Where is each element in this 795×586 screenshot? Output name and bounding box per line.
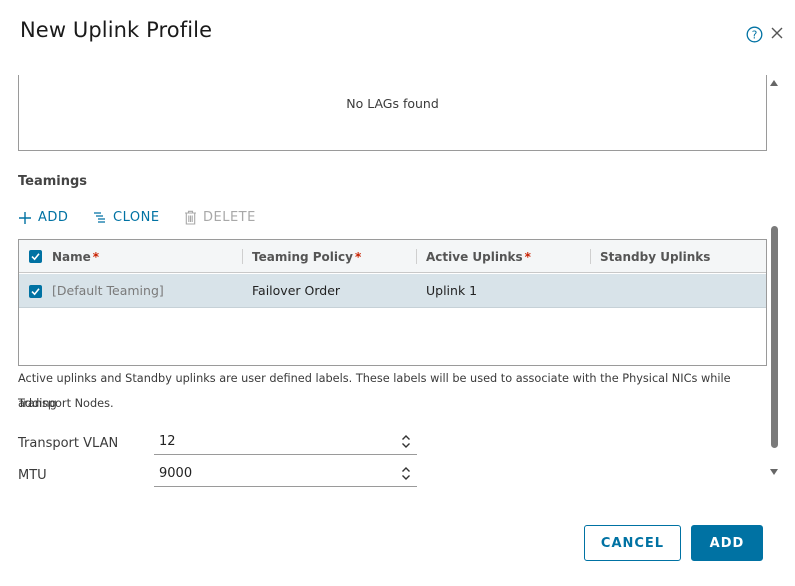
svg-text:?: ?	[752, 29, 758, 41]
scroll-up-arrow-icon[interactable]	[770, 80, 778, 86]
scrollbar-thumb[interactable]	[771, 226, 778, 448]
column-separator[interactable]	[242, 249, 243, 264]
scroll-down-arrow-icon[interactable]	[770, 469, 778, 475]
add-teaming-label: ADD	[38, 210, 69, 225]
required-marker: *	[524, 250, 531, 264]
column-header-standby-uplinks[interactable]: Standby Uplinks	[600, 250, 710, 264]
clone-icon	[94, 211, 105, 223]
help-circle-icon[interactable]: ?	[746, 26, 763, 43]
teaming-name-cell[interactable]: [Default Teaming]	[52, 283, 164, 298]
column-separator[interactable]	[416, 249, 417, 264]
transport-vlan-label: Transport VLAN	[18, 436, 119, 451]
teamings-section-title: Teamings	[18, 174, 88, 189]
column-separator[interactable]	[590, 249, 591, 264]
plus-icon	[19, 211, 31, 224]
delete-teaming-label: DELETE	[203, 210, 256, 225]
add-teaming-button[interactable]: ADD	[18, 210, 68, 225]
column-header-teaming-policy-label: Teaming Policy	[252, 250, 353, 264]
cancel-button[interactable]: CANCEL	[584, 525, 681, 561]
row-checkbox[interactable]	[29, 285, 42, 298]
transport-vlan-input[interactable]: 12	[154, 430, 417, 455]
table-row[interactable]: [Default Teaming] Failover Order Uplink …	[19, 274, 766, 308]
clone-teaming-button[interactable]: CLONE	[93, 210, 160, 225]
dialog-body: No LAGs found Teamings ADD CLONE DELETE	[0, 72, 770, 492]
column-header-teaming-policy[interactable]: Teaming Policy *	[252, 250, 361, 264]
chevron-up-down-icon[interactable]	[401, 434, 411, 449]
teamings-grid: Name * Teaming Policy * Active Uplinks * St…	[18, 239, 767, 366]
mtu-input[interactable]: 9000	[154, 462, 417, 487]
add-profile-button[interactable]: ADD	[691, 525, 763, 561]
checkmark-icon	[31, 253, 40, 261]
mtu-label: MTU	[18, 468, 47, 483]
column-header-active-uplinks-label: Active Uplinks	[426, 250, 523, 264]
chevron-up-down-icon[interactable]	[401, 466, 411, 481]
uplinks-help-text-line-2: Transport Nodes.	[18, 397, 114, 410]
trash-icon	[185, 210, 196, 225]
mtu-value: 9000	[159, 466, 193, 481]
select-all-checkbox[interactable]	[29, 250, 42, 263]
column-header-standby-uplinks-label: Standby Uplinks	[600, 250, 711, 264]
grid-header: Name * Teaming Policy * Active Uplinks * St…	[19, 240, 766, 273]
clone-teaming-label: CLONE	[113, 210, 160, 225]
active-uplinks-cell[interactable]: Uplink 1	[426, 283, 477, 298]
checkmark-icon	[31, 288, 40, 296]
lags-empty-message: No LAGs found	[346, 96, 439, 111]
column-header-name-label: Name	[52, 250, 91, 264]
teaming-policy-cell[interactable]: Failover Order	[252, 283, 340, 298]
column-header-active-uplinks[interactable]: Active Uplinks *	[426, 250, 531, 264]
transport-vlan-value: 12	[159, 434, 176, 449]
required-marker: *	[92, 250, 100, 264]
required-marker: *	[354, 250, 362, 264]
delete-teaming-button[interactable]: DELETE	[184, 210, 256, 225]
close-icon[interactable]	[770, 26, 784, 40]
lags-grid: No LAGs found	[18, 75, 767, 151]
dialog-title: New Uplink Profile	[20, 18, 213, 42]
column-header-name[interactable]: Name *	[52, 250, 99, 264]
